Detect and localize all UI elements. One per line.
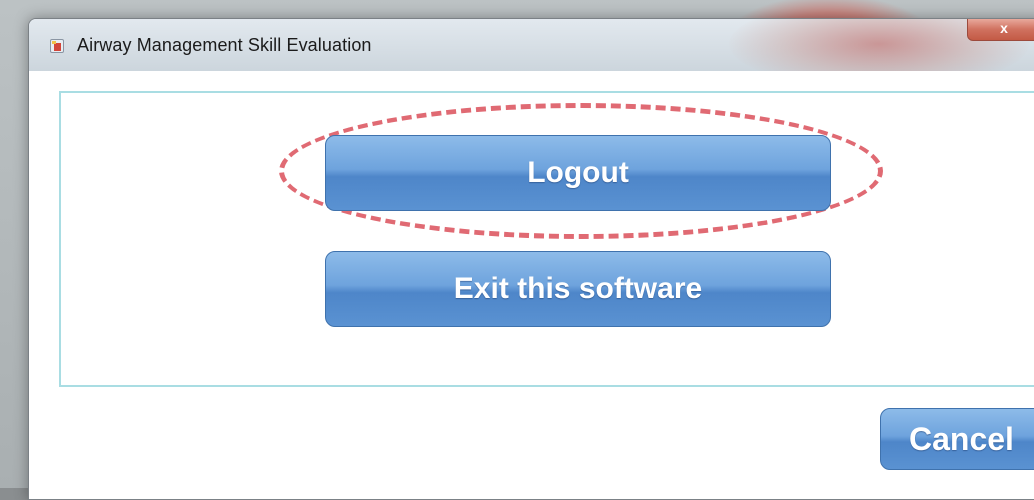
dialog-body: Logout Exit this software Cancel [29,71,1034,499]
exit-software-button[interactable]: Exit this software [325,251,831,327]
close-icon: x [1000,20,1008,36]
options-panel: Logout Exit this software [59,91,1034,387]
close-button[interactable]: x [967,19,1034,41]
app-icon [50,39,64,53]
window-title: Airway Management Skill Evaluation [77,35,372,55]
logout-button[interactable]: Logout [325,135,831,211]
cancel-button[interactable]: Cancel [880,408,1034,470]
title-bar[interactable]: Airway Management Skill Evaluation x [29,19,1034,89]
dialog-window: Airway Management Skill Evaluation x Log… [28,18,1034,500]
